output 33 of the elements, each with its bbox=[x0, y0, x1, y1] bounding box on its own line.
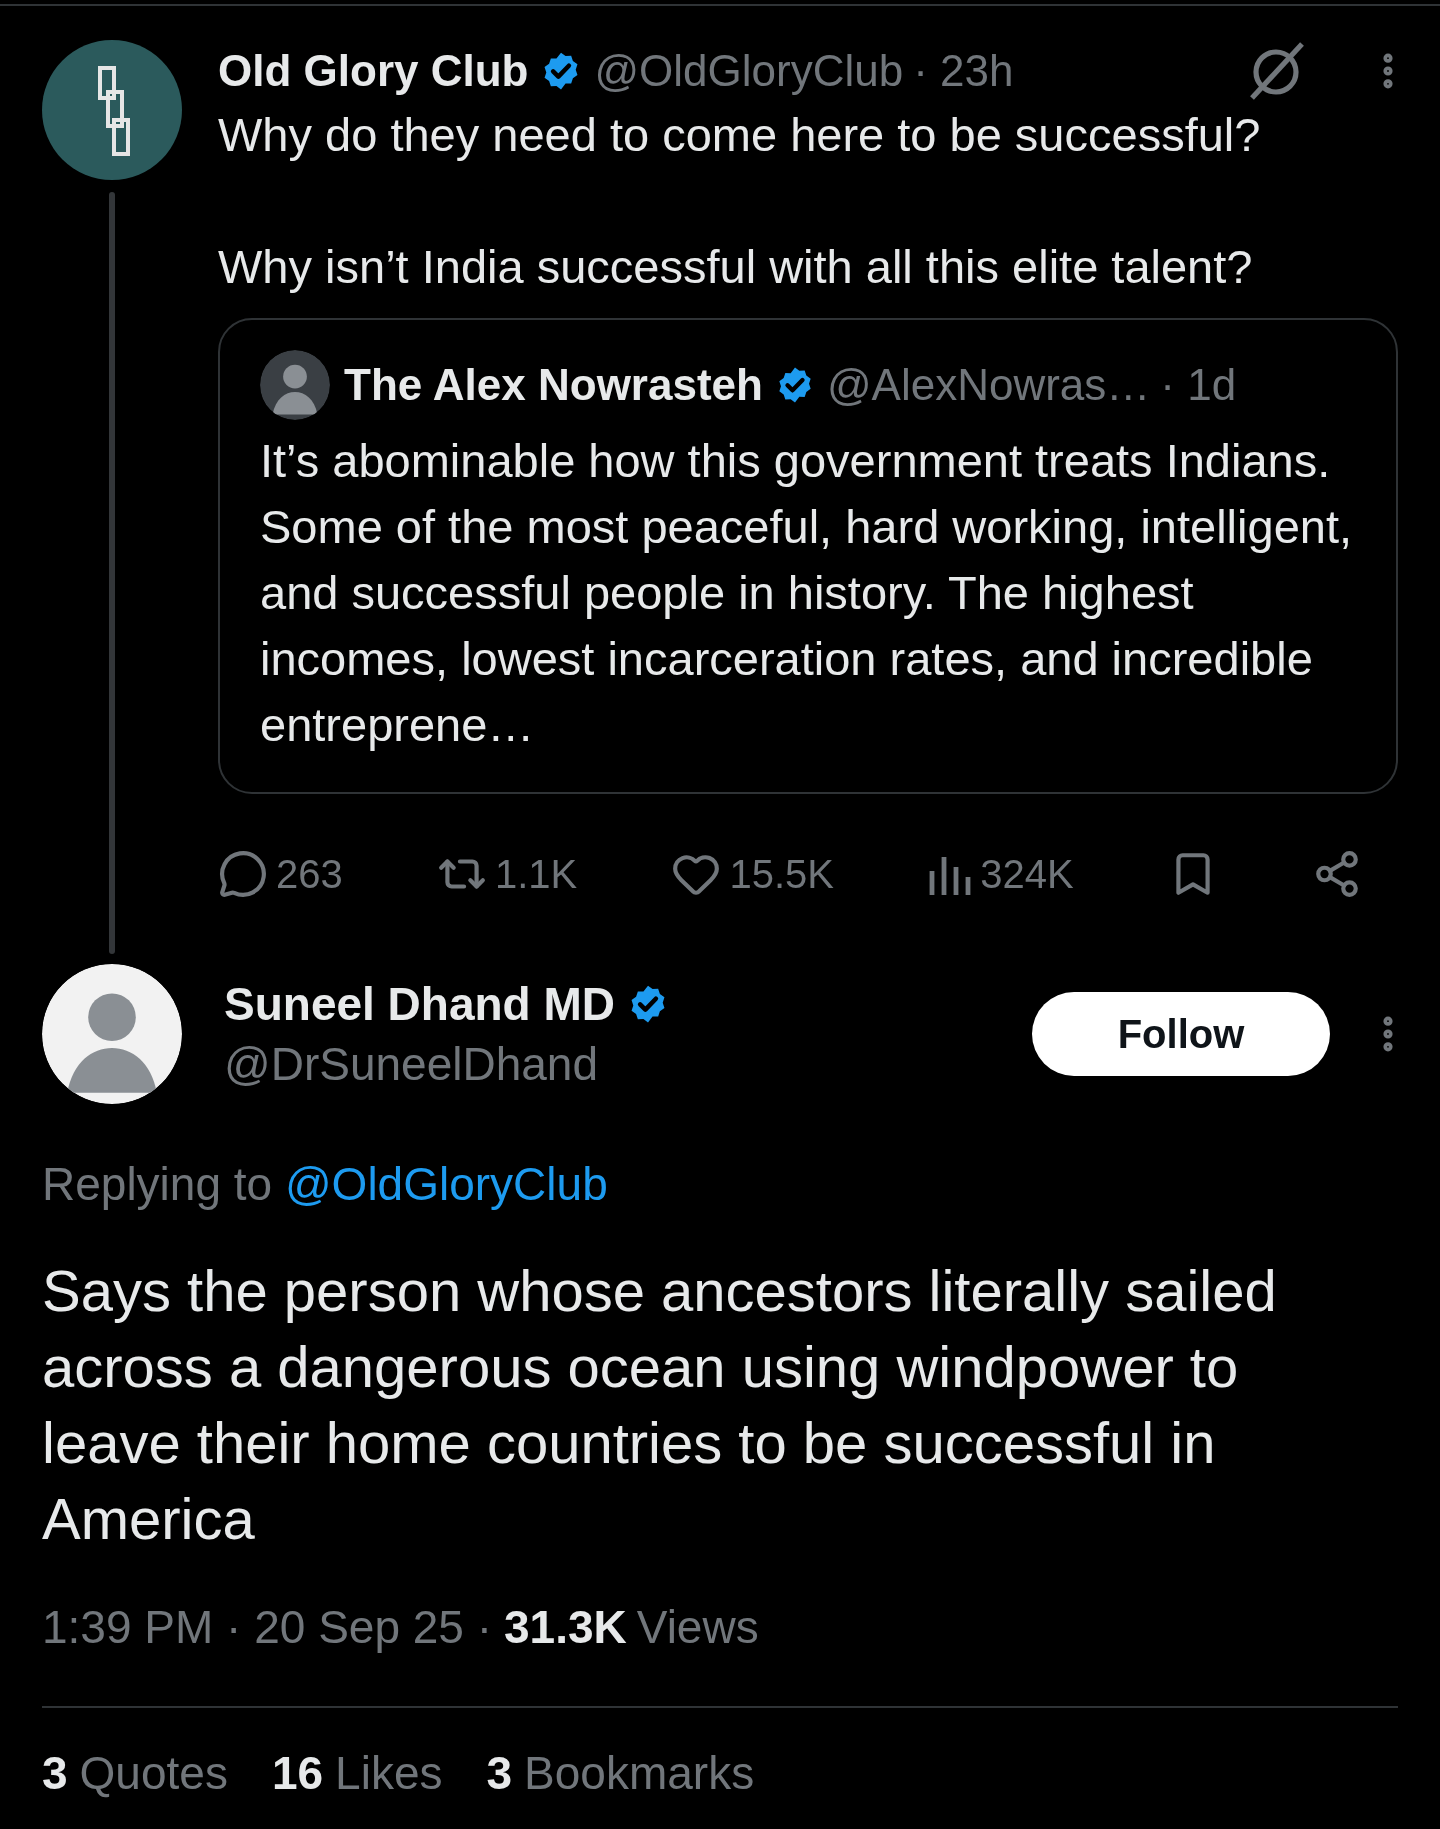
stat-count[interactable]: 3 bbox=[486, 1738, 513, 1808]
action-count: 1.1K bbox=[494, 851, 578, 898]
author-avatar[interactable] bbox=[260, 350, 330, 420]
views-label: Views bbox=[636, 1600, 759, 1655]
reply-icon[interactable] bbox=[218, 849, 268, 899]
stat-label[interactable]: Bookmarks bbox=[524, 1738, 755, 1808]
action-count: 15.5K bbox=[729, 851, 834, 898]
stat-count[interactable]: 16 bbox=[271, 1738, 324, 1808]
reply-text: Says the person whose ancestors literally sailed across a dangerous ocean using windpower to leave their home countries to be successful in America bbox=[42, 1257, 1278, 1553]
author-name[interactable]: The Alex Nowrasteh bbox=[344, 352, 763, 418]
author-handle[interactable]: @OldGloryClub bbox=[594, 38, 904, 104]
views-count: 31.3K bbox=[504, 1600, 627, 1655]
action-count: 263 bbox=[276, 851, 343, 898]
action-count: 324K bbox=[980, 851, 1074, 898]
stat-label[interactable]: Likes bbox=[335, 1738, 443, 1808]
author-name[interactable]: Old Glory Club bbox=[218, 38, 529, 104]
author-avatar[interactable] bbox=[42, 964, 182, 1104]
stat-label[interactable]: Quotes bbox=[79, 1738, 228, 1808]
quoted-post-card[interactable] bbox=[218, 318, 1398, 794]
stat-count[interactable]: 3 bbox=[42, 1738, 68, 1808]
author-handle[interactable]: @DrSuneelDhand bbox=[224, 1034, 670, 1094]
mention-link[interactable]: @OldGloryClub bbox=[284, 1158, 608, 1210]
author-name[interactable]: Suneel Dhand MD bbox=[224, 974, 616, 1034]
post-time[interactable]: · 23h bbox=[913, 38, 1014, 104]
post-text: Why do they need to come here to be successful? bbox=[218, 107, 1262, 163]
post-timestamp: 1:39 PM · 20 Sep 25 · bbox=[42, 1600, 493, 1655]
replying-to-text: Replying to @OldGloryClub bbox=[42, 1157, 609, 1212]
follow-button[interactable]: Follow bbox=[1032, 992, 1330, 1076]
post-time[interactable]: · 1d bbox=[1160, 352, 1237, 418]
post-text: Why isn’t India successful with all this elite talent? bbox=[218, 239, 1254, 295]
author-handle[interactable]: @AlexNowras… bbox=[826, 352, 1151, 418]
quoted-text: It’s abominable how this government treats Indians. Some of the most peaceful, hard working, intelligent, and successful people in history. The highest incomes, lowest incarceration rates, and incredible entreprene… bbox=[260, 433, 1354, 753]
club-logo-avatar[interactable] bbox=[42, 40, 182, 180]
